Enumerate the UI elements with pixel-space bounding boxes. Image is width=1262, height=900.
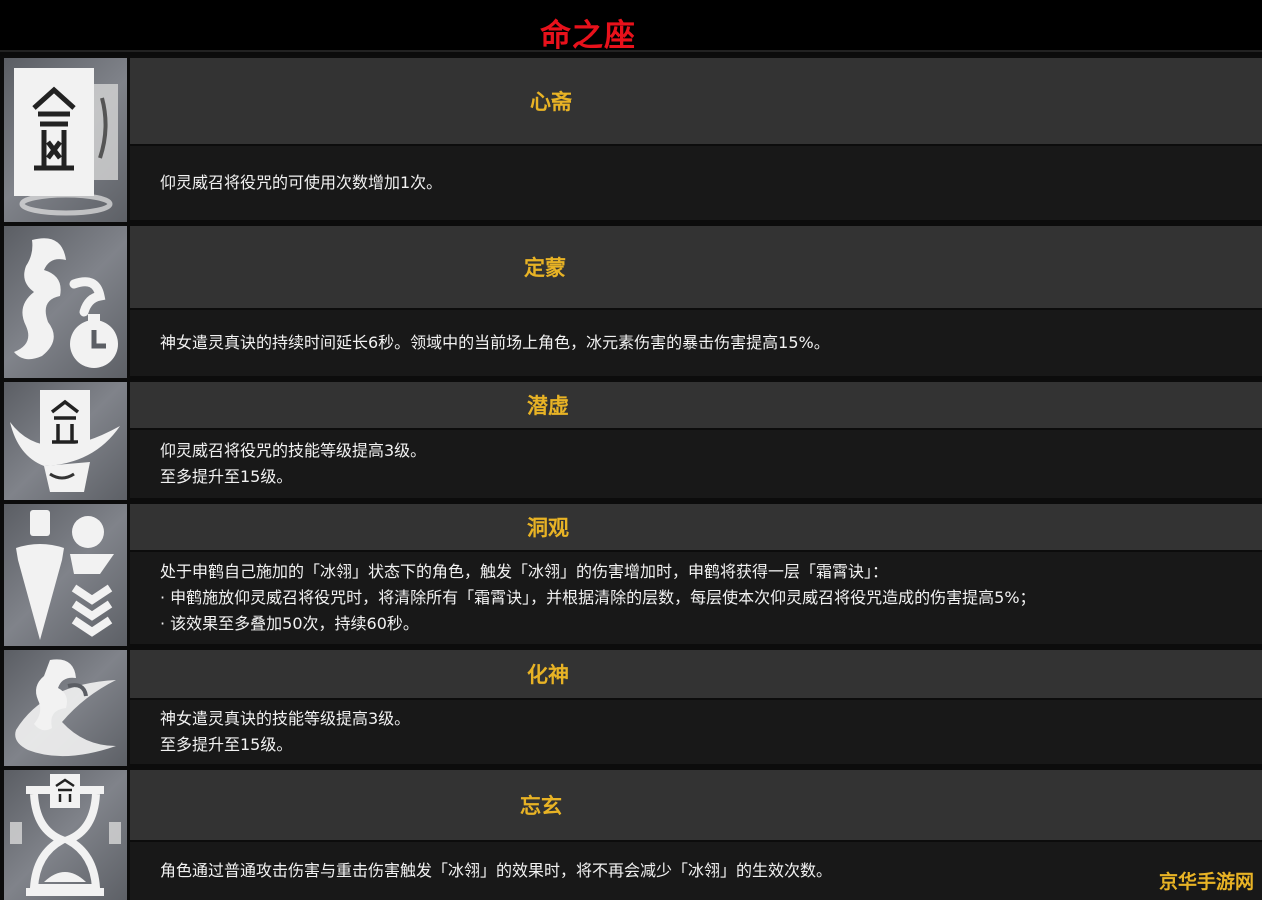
constellation-row-5: 化神 神女遣灵真诀的技能等级提高3级。 至多提升至15级。 [0,648,1262,768]
talisman-wave-icon [4,382,127,500]
constellation-description: 神女遣灵真诀的持续时间延长6秒。领域中的当前场上角色，冰元素伤害的暴击伤害提高1… [130,310,1262,376]
header: 命之座 [0,0,1262,54]
constellation-name: 定蒙 [524,256,566,280]
watermark: 京华手游网 [1158,871,1254,893]
constellation-description: 神女遣灵真诀的技能等级提高3级。 至多提升至15级。 [130,700,1262,764]
description-line: 仰灵威召将役咒的技能等级提高3级。 [160,441,427,460]
description-line: 处于申鹤自己施加的「冰翎」状态下的角色，触发「冰翎」的伤害增加时，申鹤将获得一层… [160,562,889,581]
goddess-timer-icon [4,226,127,378]
constellation-name: 洞观 [527,516,569,540]
constellation-name-cell: 洞观 [130,504,1262,550]
constellation-name: 潜虚 [527,394,569,418]
constellation-row-1: 心斋 仰灵威召将役咒的可使用次数增加1次。 [0,56,1262,224]
constellation-name: 忘玄 [520,794,562,818]
page-title: 命之座 [540,18,636,54]
constellation-name-cell: 化神 [130,650,1262,698]
constellation-description: 角色通过普通攻击伤害与重击伤害触发「冰翎」的效果时，将不再会减少「冰翎」的生效次… [130,842,1262,900]
scroll-talisman-icon [4,58,127,222]
constellation-description: 仰灵威召将役咒的技能等级提高3级。 至多提升至15级。 [130,430,1262,498]
constellation-name-cell: 定蒙 [130,226,1262,308]
description-line: · 该效果至多叠加50次，持续60秒。 [160,614,419,633]
constellation-name-cell: 心斋 [130,58,1262,144]
description-line: 至多提升至15级。 [160,467,293,486]
description-line: 神女遣灵真诀的技能等级提高3级。 [160,709,411,728]
description-line: 神女遣灵真诀的持续时间延长6秒。领域中的当前场上角色，冰元素伤害的暴击伤害提高1… [160,333,830,352]
goddess-swirl-icon [4,650,127,766]
shield-chevron-icon [4,504,127,646]
constellation-name-cell: 潜虚 [130,382,1262,428]
constellation-description: 处于申鹤自己施加的「冰翎」状态下的角色，触发「冰翎」的伤害增加时，申鹤将获得一层… [130,552,1262,644]
constellation-row-6: 忘玄 角色通过普通攻击伤害与重击伤害触发「冰翎」的效果时，将不再会减少「冰翎」的… [0,768,1262,900]
description-line: · 申鹤施放仰灵威召将役咒时，将清除所有「霜霄诀」，并根据清除的层数，每层使本次… [160,588,1036,607]
description-line: 仰灵威召将役咒的可使用次数增加1次。 [160,173,443,192]
constellation-name: 心斋 [530,90,572,114]
constellation-name: 化神 [527,663,569,687]
description-line: 至多提升至15级。 [160,735,293,754]
constellation-row-4: 洞观 处于申鹤自己施加的「冰翎」状态下的角色，触发「冰翎」的伤害增加时，申鹤将获… [0,502,1262,648]
constellation-name-cell: 忘玄 [130,770,1262,840]
constellation-description: 仰灵威召将役咒的可使用次数增加1次。 [130,146,1262,220]
constellation-row-2: 定蒙 神女遣灵真诀的持续时间延长6秒。领域中的当前场上角色，冰元素伤害的暴击伤害… [0,224,1262,380]
constellation-row-3: 潜虚 仰灵威召将役咒的技能等级提高3级。 至多提升至15级。 [0,380,1262,502]
description-line: 角色通过普通攻击伤害与重击伤害触发「冰翎」的效果时，将不再会减少「冰翎」的生效次… [160,861,833,880]
hourglass-icon [4,770,127,900]
